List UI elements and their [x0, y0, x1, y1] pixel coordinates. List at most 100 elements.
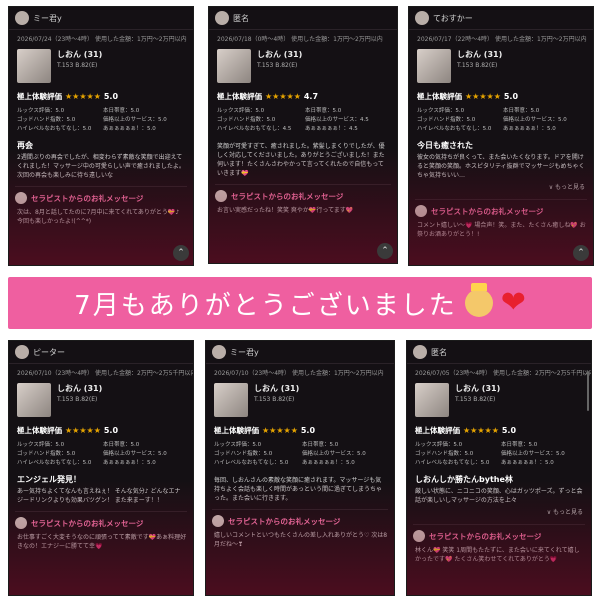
star-icons: ★★★★★	[463, 426, 499, 435]
therapist-stats: T.153 B.82(E)	[455, 396, 496, 403]
therapist-reply: セラピストからのお礼メッセージ コメント嬉しい〜💗 場合声！笑。また、たくさん癒…	[415, 199, 587, 239]
rating-label: 極上体験評価	[17, 426, 62, 435]
review-card: ミー君y 2026/07/10（23時〜4時） 使用した金額：1万円〜2万円以内…	[205, 340, 395, 596]
reviewer-name[interactable]: ミー君y	[33, 13, 62, 24]
reply-text: 次は、8月と話してたのに7月中に来てくれてありがとう💝♪ 今回も楽しかったよ!(…	[17, 209, 180, 225]
reviewer-header: ピーター	[9, 341, 193, 364]
reviewer-name[interactable]: ミー君y	[230, 347, 259, 358]
sub-rating: 本日帯意：5.0	[103, 442, 140, 448]
reply-heading: セラピストからのお礼メッセージ	[429, 531, 542, 541]
therapist-stats: T.153 B.82(E)	[57, 396, 98, 403]
rating-score: 5.0	[300, 426, 316, 435]
visit-meta: 2026/07/24（23時〜4時） 使用した金額：1万円〜2万円以内	[17, 36, 187, 43]
chevron-up-icon[interactable]: ⌃	[377, 243, 393, 259]
show-more-link[interactable]: ∨ もっと見る	[409, 180, 593, 193]
reviewer-header: ておすかー	[409, 7, 593, 30]
sub-rating: あぁぁぁぁぁ！：4.5	[305, 126, 358, 132]
rating-score: 4.7	[303, 92, 319, 101]
sub-rating: 本日帯意：5.0	[305, 108, 342, 114]
review-text: 毎回、しおんさんの素敵な笑顔に癒されます。マッサージも気持ちよく会話も楽しく時間…	[214, 477, 383, 502]
reviewer-name[interactable]: 匿名	[431, 347, 447, 358]
reply-heading: セラピストからのお礼メッセージ	[431, 206, 544, 216]
sub-rating: 本日帯意：5.0	[302, 442, 339, 448]
sub-rating: ルックス評価：5.0	[17, 442, 65, 448]
therapist-photo[interactable]	[17, 383, 51, 417]
reviewer-name[interactable]: 匿名	[233, 13, 249, 24]
review-card: 匿名 2026/07/18（0時〜4時） 使用した金額：1万円〜2万円以内 しお…	[208, 6, 398, 264]
review-title	[206, 468, 394, 476]
thank-you-banner: 7月もありがとうございました ❤	[8, 277, 592, 329]
therapist-name: しおん (31)	[57, 384, 103, 393]
review-text: 厳しい状態に、ニコニコの笑顔、心はガッツポーズ。ずっと会話が楽しいしマッサージの…	[415, 488, 583, 504]
sub-rating: ゴッドハンド指数：5.0	[415, 451, 474, 457]
therapist-stats: T.153 B.82(E)	[254, 396, 295, 403]
visit-meta: 2026/07/10（23時〜4時） 使用した金額：1万円〜2万円以内	[214, 370, 384, 377]
reply-text: お言い実感だったね！笑笑 爽やか💝行ってます💖	[217, 207, 354, 214]
therapist-reply: セラピストからのお礼メッセージ お言い実感だったね！笑笑 爽やか💝行ってます💖	[215, 184, 391, 215]
scrollbar[interactable]	[587, 371, 589, 411]
chevron-up-icon[interactable]: ⌃	[573, 245, 589, 261]
therapist-profile[interactable]: しおん (31) T.153 B.82(E)	[407, 379, 591, 421]
princess-emoji-icon	[464, 283, 493, 317]
chevron-up-icon[interactable]: ⌃	[173, 245, 189, 261]
rating-label: 極上体験評価	[415, 426, 460, 435]
sub-rating: ハイレベルなおもてなし：5.0	[214, 460, 289, 466]
visit-meta: 2026/07/10（23時〜4時） 使用した金額：2万円〜2万5千円以内	[17, 370, 193, 377]
sub-rating: 価格以上のサービス：5.0	[302, 451, 366, 457]
user-avatar-icon	[212, 345, 226, 359]
show-more-link[interactable]: ∨ もっと見る	[407, 505, 591, 518]
review-text: 彼女の気持ちが良くって、また会いたくなります。ドアを開けると笑顔の笑顔。ホスピタ…	[417, 154, 585, 179]
reply-heading: セラピストからのお礼メッセージ	[31, 193, 144, 203]
rating-score: 5.0	[103, 426, 119, 435]
review-card: 匿名 2026/07/05（23時〜4時） 使用した金額：2万円〜2万5千円以内…	[406, 340, 592, 596]
user-avatar-icon	[15, 11, 29, 25]
therapist-profile[interactable]: しおん (31) T.153 B.82(E)	[9, 379, 193, 421]
visit-meta: 2026/07/17（22時〜4時） 使用した金額：1万円〜2万円以内	[417, 36, 587, 43]
sub-rating: ゴッドハンド指数：5.0	[214, 451, 273, 457]
sub-ratings: ルックス評価：5.0 本日帯意：5.0 ゴッドハンド指数：5.0 価格以上のサー…	[9, 104, 193, 134]
therapist-photo[interactable]	[17, 49, 51, 83]
sub-rating: ルックス評価：5.0	[417, 108, 465, 114]
review-title	[209, 134, 397, 142]
therapist-profile[interactable]: しおん (31) T.153 B.82(E)	[209, 45, 397, 87]
reviewer-name[interactable]: ておすかー	[433, 13, 473, 24]
sub-ratings: ルックス評価：5.0 本日帯意：5.0 ゴッドハンド指数：5.0 価格以上のサー…	[407, 438, 591, 468]
review-card: ピーター 2026/07/10（23時〜4時） 使用した金額：2万円〜2万5千円…	[8, 340, 194, 596]
rating-score: 5.0	[103, 92, 119, 101]
sub-rating: あぁぁぁぁぁ！：5.0	[501, 460, 554, 466]
therapist-photo[interactable]	[417, 49, 451, 83]
therapist-reply: セラピストからのお礼メッセージ 嬉しいコメントといつもたくさんの差し入れありがと…	[212, 509, 388, 549]
sub-rating: あぁぁぁぁぁ！：5.0	[503, 126, 556, 132]
sub-rating: あぁぁぁぁぁ！：5.0	[103, 460, 156, 466]
overall-rating: 極上体験評価 ★★★★★ 5.0	[409, 87, 593, 104]
overall-rating: 極上体験評価 ★★★★★ 5.0	[206, 421, 394, 438]
overall-rating: 極上体験評価 ★★★★★ 5.0	[407, 421, 591, 438]
review-text: あー気持ちよくてなんも言えねぇ！ そんな気分♪ どんなエナジードリンクよりも効果…	[17, 488, 181, 504]
therapist-profile[interactable]: しおん (31) T.153 B.82(E)	[9, 45, 193, 87]
therapist-name: しおん (31)	[457, 50, 503, 59]
reply-heading: セラピストからのお礼メッセージ	[228, 516, 341, 526]
rating-score: 5.0	[503, 92, 519, 101]
therapist-avatar-icon	[15, 192, 27, 204]
sub-rating: ハイレベルなおもてなし：5.0	[417, 126, 492, 132]
reviewer-name[interactable]: ピーター	[33, 347, 65, 358]
rating-label: 極上体験評価	[214, 426, 259, 435]
sub-rating: ルックス評価：5.0	[17, 108, 65, 114]
therapist-reply: セラピストからのお礼メッセージ 林くん💝 笑笑 1周間もたたずに、また会いに来て…	[413, 524, 585, 564]
review-title: しおんしか勝たんbythe林	[415, 475, 513, 484]
sub-rating: 本日帯意：5.0	[103, 108, 140, 114]
therapist-name: しおん (31)	[57, 50, 103, 59]
reply-text: コメント嬉しい〜💗 場合声！笑。また、たくさん癒しね💖 お祭りお酒ありがとう！!	[417, 222, 586, 238]
therapist-photo[interactable]	[214, 383, 248, 417]
sub-rating: あぁぁぁぁぁ！：5.0	[103, 126, 156, 132]
reviewer-header: 匿名	[209, 7, 397, 30]
therapist-avatar-icon	[415, 205, 427, 217]
therapist-profile[interactable]: しおん (31) T.153 B.82(E)	[409, 45, 593, 87]
therapist-avatar-icon	[15, 517, 27, 529]
therapist-stats: T.153 B.82(E)	[57, 62, 98, 69]
therapist-photo[interactable]	[217, 49, 251, 83]
star-icons: ★★★★★	[65, 426, 101, 435]
review-title: 再会	[17, 141, 33, 150]
therapist-profile[interactable]: しおん (31) T.153 B.82(E)	[206, 379, 394, 421]
therapist-photo[interactable]	[415, 383, 449, 417]
